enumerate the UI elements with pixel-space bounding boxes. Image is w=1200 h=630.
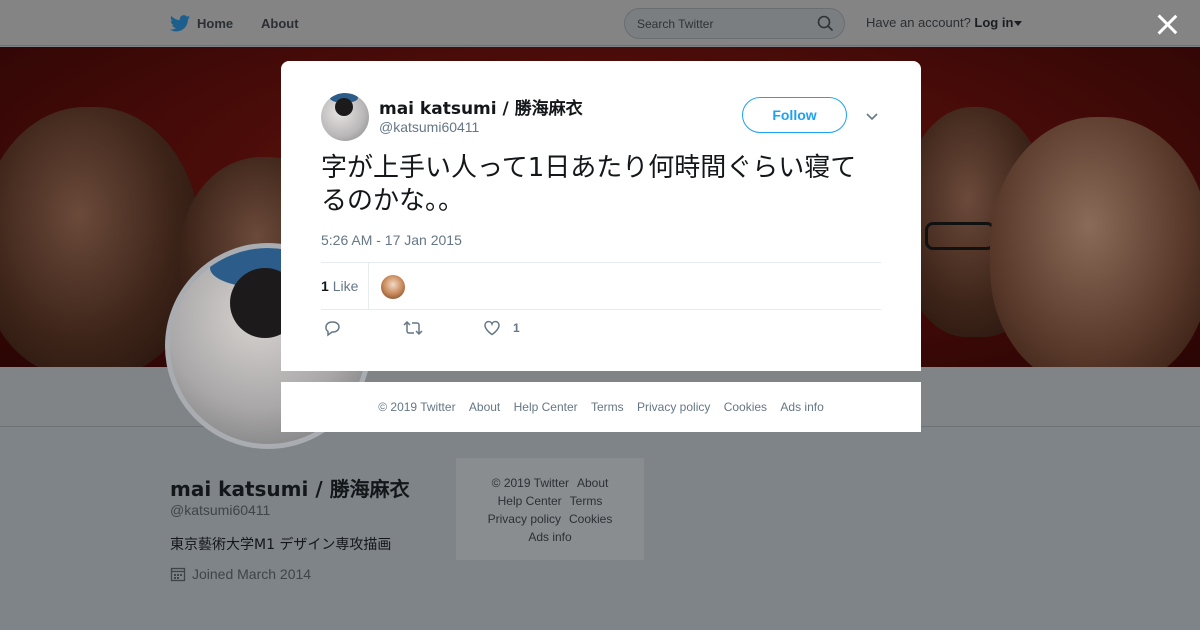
login-area: Have an account? Log in xyxy=(866,15,1023,30)
follow-button[interactable]: Follow xyxy=(742,97,847,133)
search-icon[interactable] xyxy=(817,15,834,32)
footer-terms-link[interactable]: Terms xyxy=(570,494,603,508)
top-navbar: Home About Search Twitter Have an accoun… xyxy=(0,0,1200,46)
search-placeholder: Search Twitter xyxy=(637,17,714,31)
twitter-bird-icon xyxy=(170,14,190,31)
footer-privacy-link[interactable]: Privacy policy xyxy=(488,512,561,526)
login-link[interactable]: Log in xyxy=(974,15,1013,30)
modal-footer-help-link[interactable]: Help Center xyxy=(514,400,578,414)
heart-icon xyxy=(484,320,500,336)
nav-home-label: Home xyxy=(197,15,234,31)
nav-home[interactable]: Home xyxy=(170,0,233,46)
modal-footer-ads-link[interactable]: Ads info xyxy=(780,400,823,414)
profile-joined-label: Joined March 2014 xyxy=(192,566,312,582)
liker-avatar[interactable] xyxy=(381,275,405,299)
modal-footer: © 2019 Twitter About Help Center Terms P… xyxy=(281,382,921,432)
profile-joined: Joined March 2014 xyxy=(170,566,311,582)
modal-footer-about-link[interactable]: About xyxy=(469,400,500,414)
modal-footer-cookies-link[interactable]: Cookies xyxy=(724,400,767,414)
tweet-author-avatar[interactable] xyxy=(321,93,369,141)
profile-name[interactable]: mai katsumi / 勝海麻衣 xyxy=(170,473,410,502)
tweet-timestamp[interactable]: 5:26 AM - 17 Jan 2015 xyxy=(321,232,462,248)
banner-glasses xyxy=(925,222,995,250)
tweet-author-handle[interactable]: @katsumi60411 xyxy=(379,119,479,135)
footer-help-link[interactable]: Help Center xyxy=(498,494,562,508)
chevron-down-icon[interactable] xyxy=(865,109,879,123)
like-action-count: 1 xyxy=(513,321,520,335)
calendar-icon xyxy=(170,567,186,582)
modal-footer-privacy-link[interactable]: Privacy policy xyxy=(637,400,710,414)
stats-divider xyxy=(368,263,369,310)
tweet-actions: 1 xyxy=(321,319,881,343)
banner-figure xyxy=(990,117,1200,367)
footer-ads-link[interactable]: Ads info xyxy=(528,530,571,544)
side-footer: © 2019 Twitter About Help Center Terms Pri… xyxy=(456,458,644,560)
profile-bio: 東京藝術大学M1 デザイン専攻描画 xyxy=(170,537,392,553)
like-button[interactable]: 1 xyxy=(483,319,520,337)
reply-button[interactable] xyxy=(323,319,341,337)
footer-copyright: © 2019 Twitter xyxy=(491,476,569,490)
close-icon[interactable] xyxy=(1154,12,1180,38)
reply-icon xyxy=(325,321,340,337)
footer-about-link[interactable]: About xyxy=(577,476,608,490)
profile-handle[interactable]: @katsumi60411 xyxy=(170,502,270,518)
retweet-icon xyxy=(403,320,423,336)
modal-footer-copyright: © 2019 Twitter xyxy=(378,400,456,414)
likes-count-number: 1 xyxy=(321,278,329,294)
avatar-hair xyxy=(335,98,353,116)
footer-cookies-link[interactable]: Cookies xyxy=(569,512,612,526)
caret-down-icon[interactable] xyxy=(1014,21,1023,27)
tweet-modal: mai katsumi / 勝海麻衣 @katsumi60411 Follow … xyxy=(281,61,921,371)
tweet-author-name[interactable]: mai katsumi / 勝海麻衣 xyxy=(379,94,583,119)
retweet-button[interactable] xyxy=(403,319,423,337)
likes-count-label: Like xyxy=(332,278,359,294)
tweet-stats: 1 Like xyxy=(321,262,881,310)
modal-footer-terms-link[interactable]: Terms xyxy=(591,400,624,414)
tweet-text: 字が上手い人って1日あたり何時間ぐらい寝てるのかな。。 xyxy=(321,153,857,216)
search-input[interactable]: Search Twitter xyxy=(624,8,845,39)
account-prompt: Have an account? xyxy=(866,15,971,30)
nav-about[interactable]: About xyxy=(261,0,299,46)
likes-count[interactable]: 1 Like xyxy=(321,278,358,294)
